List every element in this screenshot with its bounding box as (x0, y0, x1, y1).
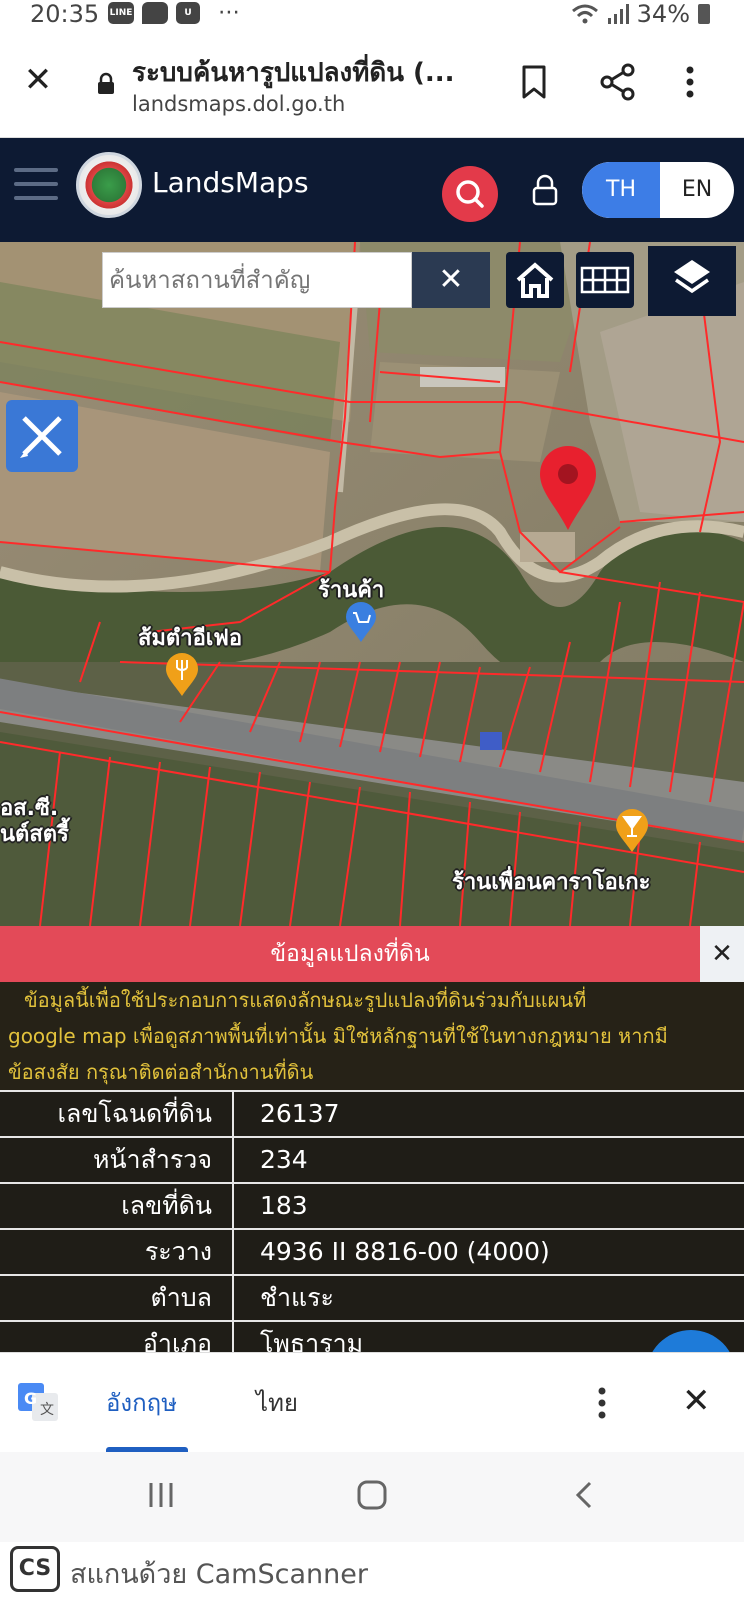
attr-key: หน้าสำรวจ (0, 1138, 234, 1182)
disclaimer-line: ข้อมูลนี้เพื่อใช้ประกอบการแสดงลักษณะรูปแ… (24, 988, 587, 1012)
search-icon (456, 180, 484, 208)
measure-tool-button[interactable] (6, 400, 78, 472)
layers-button[interactable] (648, 246, 736, 316)
attr-value: 26137 (260, 1099, 340, 1128)
location-pin-icon[interactable] (536, 444, 600, 532)
home-icon (516, 262, 554, 298)
close-info-button[interactable]: ✕ (700, 926, 744, 982)
attr-value: 234 (260, 1145, 308, 1174)
table-row: ระวาง 4936 II 8816-00 (4000) (0, 1228, 744, 1274)
language-toggle[interactable]: TH EN (582, 162, 734, 218)
layers-icon (674, 260, 710, 294)
bookmark-icon[interactable] (514, 62, 554, 102)
recent-apps-icon[interactable] (146, 1480, 176, 1510)
camscanner-watermark: CS สแกนด้วย CamScanner (0, 1542, 744, 1599)
google-translate-bar: G文 อังกฤษ ไทย ✕ (0, 1352, 744, 1453)
login-lock-icon[interactable] (530, 174, 560, 206)
close-tab-button[interactable]: ✕ (18, 60, 58, 100)
app-header: LandsMaps TH EN (0, 138, 744, 242)
search-button[interactable] (442, 166, 498, 222)
brand-name: LandsMaps (152, 166, 309, 199)
svg-text:G: G (24, 1389, 37, 1408)
map-label-karaoke[interactable]: ร้านเพื่อนคาราโอเกะ (452, 864, 650, 899)
menu-more-icon[interactable] (680, 62, 700, 102)
lang-en-button[interactable]: EN (660, 162, 734, 218)
grid-icon (580, 266, 630, 294)
home-button[interactable] (506, 252, 564, 308)
bar-icon[interactable] (614, 808, 650, 854)
translate-more-icon[interactable] (592, 1383, 612, 1423)
battery-percent: 34% (636, 0, 690, 28)
attr-key: ตำบล (0, 1276, 234, 1320)
parcel-info-header: ข้อมูลแปลงที่ดิน ✕ (0, 926, 744, 982)
line-app-icon: LINE (108, 2, 134, 24)
share-icon[interactable] (598, 62, 638, 102)
grid-button[interactable] (576, 252, 634, 308)
map-label-somtam[interactable]: ส้มตำอีเฟอ (138, 620, 242, 655)
map-view[interactable]: ✕ ร้านค้า ส้มตำอีเฟอ ร้านเพื่อนคาราโอเกะ… (0, 242, 744, 926)
shopping-cart-icon[interactable] (344, 602, 378, 644)
disclaimer-line: ข้อสงสัย กรุณาติดต่อสำนักงานที่ดิน (8, 1060, 314, 1084)
chat-icon (142, 2, 168, 24)
home-nav-icon[interactable] (356, 1480, 388, 1510)
wifi-icon (571, 4, 598, 24)
notification-icons: LINE U ⋯ (108, 2, 240, 24)
back-icon[interactable] (572, 1480, 596, 1510)
attr-value: 4936 II 8816-00 (4000) (260, 1237, 550, 1266)
map-label-partial-2: นต์สตรี้ (0, 822, 69, 847)
lock-icon (98, 72, 114, 94)
table-row: ตำบล ชำแระ (0, 1274, 744, 1320)
camscanner-logo: CS (10, 1546, 60, 1592)
google-translate-icon: G文 (18, 1383, 58, 1421)
u-app-icon: U (176, 2, 200, 24)
disclaimer: ข้อมูลนี้เพื่อใช้ประกอบการแสดงลักษณะรูปแ… (0, 982, 744, 1090)
more-dots-icon: ⋯ (218, 0, 240, 25)
status-time: 20:35 (30, 0, 100, 28)
url-domain[interactable]: landsmaps.dol.go.th (132, 92, 345, 116)
disclaimer-line: google map เพื่อดูสภาพพื้นที่เท่านั้น มิ… (8, 1024, 668, 1048)
parcel-info-title: ข้อมูลแปลงที่ดิน (270, 941, 430, 967)
table-row: เลขโฉนดที่ดิน 26137 (0, 1090, 744, 1136)
table-row: อำเภอ โพธาราม (0, 1320, 744, 1352)
place-search-field[interactable] (102, 252, 412, 308)
status-bar: 20:35 LINE U ⋯ 34% (0, 0, 744, 30)
attr-key: ระวาง (0, 1230, 234, 1274)
translate-tab-english[interactable]: อังกฤษ (106, 1353, 177, 1453)
attr-value: 183 (260, 1191, 308, 1220)
attr-key: อำเภอ (0, 1322, 234, 1352)
table-row: เลขที่ดิน 183 (0, 1182, 744, 1228)
attr-key: เลขโฉนดที่ดิน (0, 1092, 234, 1136)
place-search-input[interactable] (103, 253, 411, 307)
camscanner-text: สแกนด้วย CamScanner (70, 1559, 368, 1590)
signal-icon (607, 4, 629, 24)
browser-toolbar: ✕ ระบบค้นหารูปแปลงที่ดิน (... landsmaps.… (0, 30, 744, 138)
translate-tab-thai[interactable]: ไทย (256, 1353, 298, 1453)
ruler-pencil-icon (20, 416, 62, 458)
translate-close-button[interactable]: ✕ (682, 1381, 711, 1421)
map-label-shop[interactable]: ร้านค้า (318, 572, 384, 607)
parcel-attribute-table: เลขโฉนดที่ดิน 26137 หน้าสำรวจ 234 เลขที่… (0, 1090, 744, 1352)
attr-value: ชำแระ (260, 1283, 334, 1312)
department-logo (76, 152, 142, 218)
lang-th-button[interactable]: TH (582, 162, 660, 218)
hamburger-menu-icon[interactable] (14, 168, 58, 202)
svg-text:文: 文 (40, 1402, 54, 1418)
restaurant-icon[interactable] (164, 652, 200, 698)
android-nav-bar (0, 1452, 744, 1542)
attr-key: เลขที่ดิน (0, 1184, 234, 1228)
status-right: 34% (571, 0, 710, 28)
table-row: หน้าสำรวจ 234 (0, 1136, 744, 1182)
clear-search-button[interactable]: ✕ (412, 252, 490, 308)
page-title[interactable]: ระบบค้นหารูปแปลงที่ดิน (... (132, 52, 455, 93)
battery-icon (698, 4, 710, 24)
